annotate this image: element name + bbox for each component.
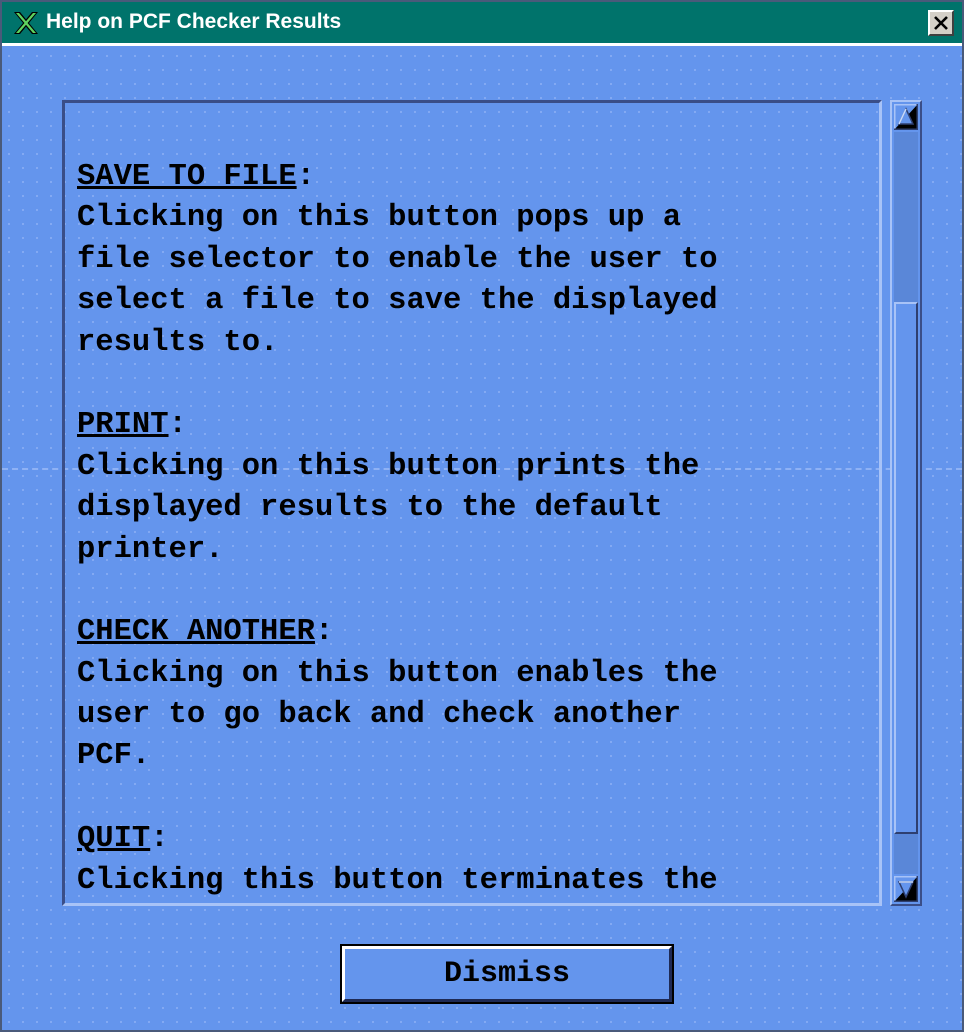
scroll-thumb[interactable] [894,302,918,834]
help-line: select a file to save the displayed [77,284,718,319]
heading-print: PRINT [77,408,169,443]
close-icon [934,16,948,30]
heading-save-to-file: SAVE TO FILE [77,160,297,194]
help-line: user to go back and check another [77,698,681,733]
heading-quit: QUIT [77,822,151,857]
window-title: Help on PCF Checker Results [46,10,342,33]
help-line: Clicking on this button enables the [77,656,718,691]
help-line: file selector to enable the user to [77,242,718,277]
vertical-scrollbar[interactable] [890,100,922,906]
help-line: PCF. [77,739,151,774]
heading-colon: : [296,160,315,194]
heading-check-another: CHECK ANOTHER [77,615,315,650]
heading-colon: : [150,822,169,857]
help-text-content: SAVE TO FILE: Clicking on this button po… [77,157,867,902]
help-dialog-window: Help on PCF Checker Results SAVE TO FILE… [0,0,964,1032]
close-button[interactable] [928,10,954,36]
help-line: printer. [77,532,224,567]
section-heading: PRINT: [77,405,867,446]
x-window-icon [14,12,38,34]
heading-colon: : [314,615,334,650]
arrow-down-icon [892,874,920,904]
dismiss-button[interactable]: Dismiss [340,944,674,1004]
scroll-down-button[interactable] [892,874,920,904]
help-text-area[interactable]: SAVE TO FILE: Clicking on this button po… [62,100,882,906]
title-bar[interactable]: Help on PCF Checker Results [2,2,962,46]
section-heading: QUIT: [77,819,867,860]
help-line: displayed results to the default [77,491,663,526]
help-line: results to. [77,325,279,360]
help-line: Clicking on this button pops up a [77,201,681,236]
section-heading: CHECK ANOTHER: [77,612,867,653]
help-line: Clicking this button terminates the [77,863,718,898]
help-line: Clicking on this button prints the [77,449,700,484]
section-heading: SAVE TO FILE: [77,157,867,198]
heading-colon: : [168,408,187,443]
scroll-up-button[interactable] [892,102,920,132]
arrow-up-icon [892,102,920,132]
